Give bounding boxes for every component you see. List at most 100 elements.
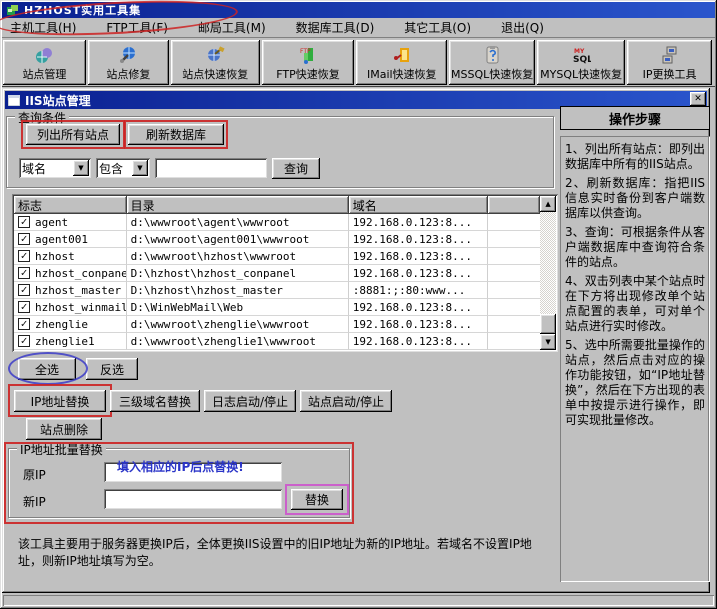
site-domain-cell: 192.168.0.123:8... <box>349 214 488 231</box>
toolbar-button-label: IMail快速恢复 <box>367 66 437 82</box>
svg-text:FTP: FTP <box>300 48 311 55</box>
table-row[interactable]: ✓agent d:\wwwroot\agent\wwwroot 192.168.… <box>14 214 540 231</box>
toolbar-button-site-manage[interactable]: 站点管理 <box>3 40 86 85</box>
toolbar-button-imail-restore[interactable]: IMail快速恢复 <box>356 40 447 85</box>
list-all-sites-button[interactable]: 列出所有站点 <box>26 124 120 145</box>
site-extra-cell <box>488 316 540 333</box>
subdomain-replace-button[interactable]: 三级域名替换 <box>110 390 200 412</box>
site-name: hzhost <box>35 250 75 263</box>
row-checkbox[interactable]: ✓ <box>18 284 30 296</box>
row-checkbox[interactable]: ✓ <box>18 233 30 245</box>
header-dir[interactable]: 目录 <box>127 196 349 214</box>
menu-ftp-tools[interactable]: FTP工具(F) <box>98 17 176 38</box>
close-icon[interactable]: ✕ <box>690 92 706 106</box>
field-select[interactable]: 域名 ▼ <box>19 158 91 178</box>
query-group: 查询条件 列出所有站点 刷新数据库 域名 ▼ 包含 ▼ 查询 <box>6 116 554 188</box>
row-checkbox[interactable]: ✓ <box>18 335 30 347</box>
menu-host-tools[interactable]: 主机工具(H) <box>2 17 84 38</box>
row-checkbox[interactable]: ✓ <box>18 267 30 279</box>
query-input[interactable] <box>155 158 267 178</box>
mssql-restore-icon <box>481 44 503 66</box>
chevron-down-icon[interactable]: ▼ <box>73 160 89 176</box>
site-name: zhenglie1 <box>35 335 95 348</box>
site-flag-cell: ✓ hzhost <box>14 248 127 265</box>
table-row[interactable]: ✓zhenglie1 d:\wwwroot\zhenglie1\wwwroot … <box>14 333 540 350</box>
app-titlebar[interactable]: HZHOST实用工具集 <box>2 2 715 18</box>
table-row[interactable]: ✓zhenglie d:\wwwroot\zhenglie\wwwroot 19… <box>14 316 540 333</box>
header-flag[interactable]: 标志 <box>14 196 127 214</box>
site-extra-cell <box>488 333 540 350</box>
site-dir-cell: D:\hzhost\hzhost_conpanel <box>127 265 349 282</box>
step-item: 3、查询：可根据条件从客户端数据库中查询符合条件的站点。 <box>565 225 705 270</box>
menu-other-tools[interactable]: 其它工具(O) <box>396 17 479 38</box>
header-domain[interactable]: 域名 <box>349 196 488 214</box>
site-flag-cell: ✓ hzhost_master <box>14 282 127 299</box>
row-checkbox[interactable]: ✓ <box>18 250 30 262</box>
row-checkbox[interactable]: ✓ <box>18 318 30 330</box>
ip-replace-button[interactable]: IP地址替换 <box>14 390 106 412</box>
app-title: HZHOST实用工具集 <box>24 2 141 18</box>
menu-exit[interactable]: 退出(Q) <box>493 17 552 38</box>
table-scrollbar[interactable]: ▲ ▼ <box>540 196 556 350</box>
table-row[interactable]: ✓hzhost_conpanel D:\hzhost\hzhost_conpan… <box>14 265 540 282</box>
site-dir-cell: D:\WinWebMail\Web <box>127 299 349 316</box>
toolbar-button-mysql-restore[interactable]: MYSQL MYSQL快速恢复 <box>537 40 625 85</box>
row-checkbox[interactable]: ✓ <box>18 216 30 228</box>
step-item: 2、刷新数据库：指把IIS信息实时备份到客户端数据库以供查询。 <box>565 176 705 221</box>
site-extra-cell <box>488 214 540 231</box>
steps-panel-title: 操作步骤 <box>560 106 710 130</box>
check-icon: ✓ <box>21 268 28 278</box>
scroll-down-icon[interactable]: ▼ <box>540 334 556 350</box>
toolbar-button-ip-change[interactable]: IP更换工具 <box>627 40 712 85</box>
dialog-icon <box>8 95 20 106</box>
replace-button[interactable]: 替换 <box>291 489 343 510</box>
old-ip-input[interactable] <box>104 462 282 482</box>
site-name: agent <box>35 216 68 229</box>
table-row[interactable]: ✓agent001 d:\wwwroot\agent001\wwwroot 19… <box>14 231 540 248</box>
site-dir-cell: d:\wwwroot\hzhost\wwwroot <box>127 248 349 265</box>
toolbar-button-site-restore[interactable]: 站点快速恢复 <box>171 40 260 85</box>
invert-selection-button[interactable]: 反选 <box>86 358 138 380</box>
toolbar-button-site-repair[interactable]: 站点修复 <box>88 40 169 85</box>
check-icon: ✓ <box>21 319 28 329</box>
query-button[interactable]: 查询 <box>272 158 320 179</box>
site-flag-cell: ✓ zhenglie1 <box>14 333 127 350</box>
site-domain-cell: 192.168.0.123:8... <box>349 265 488 282</box>
toolbar-button-label: MSSQL快速恢复 <box>451 66 533 82</box>
site-name: zhenglie <box>35 318 88 331</box>
menu-mail-tools[interactable]: 邮局工具(M) <box>190 17 274 38</box>
select-all-button[interactable]: 全选 <box>18 358 76 380</box>
site-domain-cell: 192.168.0.123:8... <box>349 299 488 316</box>
table-row[interactable]: ✓hzhost_master D:\hzhost\hzhost_master :… <box>14 282 540 299</box>
menu-bar: 主机工具(H) FTP工具(F) 邮局工具(M) 数据库工具(D) 其它工具(O… <box>2 18 715 38</box>
table-row[interactable]: ✓hzhost d:\wwwroot\hzhost\wwwroot 192.16… <box>14 248 540 265</box>
refresh-db-button[interactable]: 刷新数据库 <box>128 124 224 145</box>
menu-db-tools[interactable]: 数据库工具(D) <box>288 17 383 38</box>
site-flag-cell: ✓hzhost_conpanel <box>14 265 127 282</box>
toolbar-button-label: MYSQL快速恢复 <box>540 66 622 82</box>
site-flag-cell: ✓ zhenglie <box>14 316 127 333</box>
toolbar-button-ftp-restore[interactable]: FTP FTP快速恢复 <box>262 40 355 85</box>
site-domain-cell: 192.168.0.123:8... <box>349 231 488 248</box>
site-delete-button[interactable]: 站点删除 <box>26 418 102 440</box>
site-extra-cell <box>488 265 540 282</box>
step-item: 1、列出所有站点：即列出数据库中所有的IIS站点。 <box>565 142 705 172</box>
ip-change-icon <box>659 44 681 66</box>
toolbar-button-mssql-restore[interactable]: MSSQL快速恢复 <box>449 40 535 85</box>
scrollbar-thumb[interactable] <box>540 314 556 334</box>
operator-select[interactable]: 包含 ▼ <box>96 158 150 178</box>
site-repair-icon <box>117 44 139 66</box>
table-row[interactable]: ✓hzhost_winmail D:\WinWebMail\Web 192.16… <box>14 299 540 316</box>
header-extra[interactable] <box>488 196 540 214</box>
status-bar <box>3 595 714 606</box>
site-flag-cell: ✓ agent <box>14 214 127 231</box>
new-ip-input[interactable] <box>104 489 282 509</box>
site-flag-cell: ✓hzhost_winmail <box>14 299 127 316</box>
site-toggle-button[interactable]: 站点启动/停止 <box>300 390 392 412</box>
row-checkbox[interactable]: ✓ <box>18 301 30 313</box>
log-toggle-button[interactable]: 日志启动/停止 <box>204 390 296 412</box>
scroll-up-icon[interactable]: ▲ <box>540 196 556 212</box>
chevron-down-icon[interactable]: ▼ <box>132 160 148 176</box>
site-dir-cell: D:\hzhost\hzhost_master <box>127 282 349 299</box>
site-name: hzhost_master <box>35 284 121 297</box>
